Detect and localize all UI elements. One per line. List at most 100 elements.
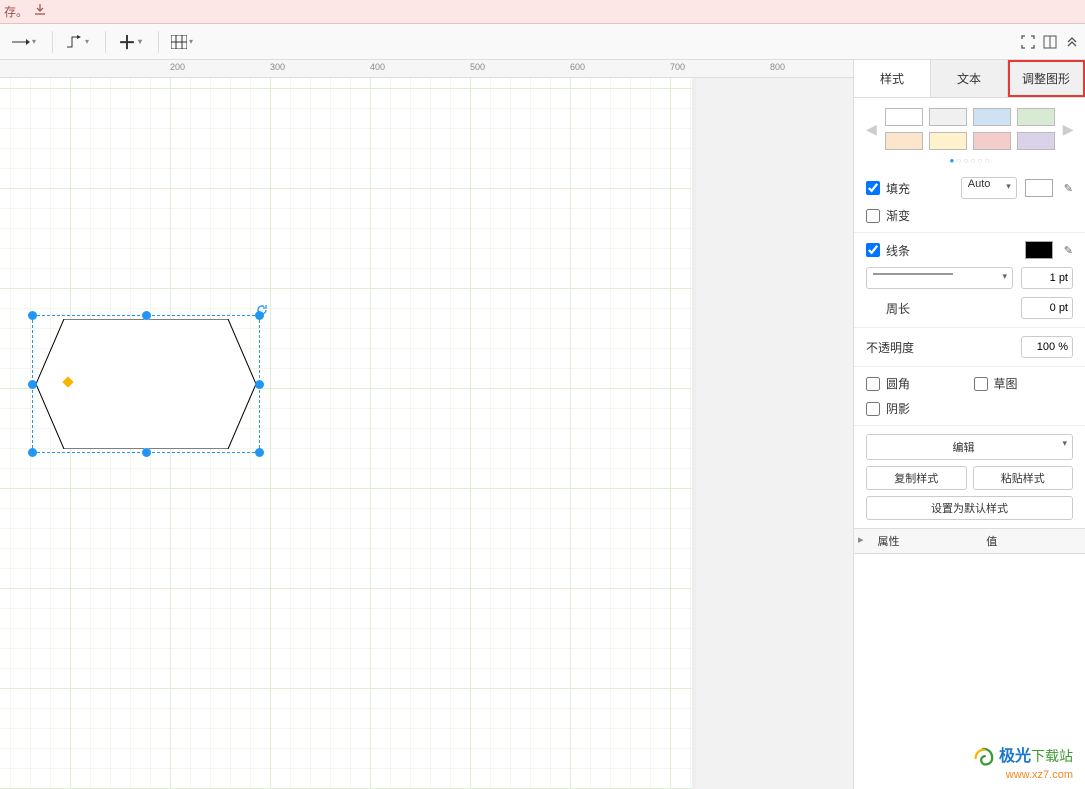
ruler-mark: 300 bbox=[270, 62, 285, 72]
logo-swirl-icon bbox=[972, 747, 994, 769]
line-checkbox-label[interactable]: 线条 bbox=[866, 242, 1017, 259]
swatch[interactable] bbox=[1017, 108, 1055, 126]
sketch-label: 草图 bbox=[994, 375, 1018, 392]
arrow-end-tool[interactable]: ▾ bbox=[6, 33, 42, 51]
line-style-select[interactable] bbox=[866, 267, 1013, 289]
collapse-icon[interactable] bbox=[1065, 35, 1079, 49]
col-value: 值 bbox=[976, 529, 1085, 553]
swatch[interactable] bbox=[885, 108, 923, 126]
line-edit-icon[interactable]: ✎ bbox=[1064, 244, 1073, 257]
ruler-mark: 600 bbox=[570, 62, 585, 72]
resize-handle-w[interactable] bbox=[28, 380, 37, 389]
fill-row: 填充 Auto ✎ bbox=[866, 177, 1073, 199]
selected-shape[interactable] bbox=[32, 315, 260, 453]
download-icon[interactable] bbox=[34, 4, 46, 19]
tab-arrange[interactable]: 调整图形 bbox=[1008, 60, 1085, 97]
line-color[interactable] bbox=[1025, 241, 1053, 259]
shadow-checkbox-label[interactable]: 阴影 bbox=[866, 400, 1073, 417]
split-view-icon[interactable] bbox=[1043, 35, 1057, 49]
shadow-row: 阴影 bbox=[866, 400, 1073, 417]
fill-label: 填充 bbox=[886, 180, 910, 197]
chevron-down-icon: ▾ bbox=[138, 37, 142, 46]
opacity-input[interactable] bbox=[1021, 336, 1073, 358]
swatch-page-dots: ● ○ ○ ○ ○ ○ bbox=[866, 156, 1073, 165]
swatch[interactable] bbox=[973, 132, 1011, 150]
swatch-prev-icon[interactable]: ◀ bbox=[866, 121, 877, 138]
resize-handle-nw[interactable] bbox=[28, 311, 37, 320]
chevron-down-icon: ▾ bbox=[189, 37, 193, 46]
watermark-logo: 极光下载站 www.xz7.com bbox=[972, 742, 1073, 781]
logo-text-1: 极光 bbox=[999, 748, 1031, 765]
separator bbox=[105, 31, 106, 53]
sketch-checkbox-label[interactable]: 草图 bbox=[974, 375, 1074, 392]
panel-tabs: 样式 文本 调整图形 bbox=[854, 60, 1085, 98]
gradient-label: 渐变 bbox=[886, 207, 910, 224]
fill-checkbox-label[interactable]: 填充 bbox=[866, 180, 953, 197]
resize-handle-sw[interactable] bbox=[28, 448, 37, 457]
toolbar: ▾ ▾ ＋▾ ▾ bbox=[0, 24, 1085, 60]
resize-handle-se[interactable] bbox=[255, 448, 264, 457]
logo-text-2: 下载站 bbox=[1031, 748, 1073, 764]
perimeter-row: 周长 bbox=[866, 297, 1073, 319]
line-width-input[interactable] bbox=[1021, 267, 1073, 289]
ruler-mark: 200 bbox=[170, 62, 185, 72]
swatch[interactable] bbox=[885, 132, 923, 150]
separator bbox=[158, 31, 159, 53]
chevron-down-icon: ▾ bbox=[85, 37, 89, 46]
connector-tool[interactable]: ▾ bbox=[59, 31, 95, 53]
save-bar: 存。 bbox=[0, 0, 1085, 24]
ruler-mark: 400 bbox=[370, 62, 385, 72]
perimeter-input[interactable] bbox=[1021, 297, 1073, 319]
table-tool[interactable]: ▾ bbox=[165, 31, 199, 53]
resize-handle-n[interactable] bbox=[142, 311, 151, 320]
paste-style-button[interactable]: 粘贴样式 bbox=[973, 466, 1074, 490]
rounded-checkbox-label[interactable]: 圆角 bbox=[866, 375, 966, 392]
rounded-sketch-row: 圆角 草图 bbox=[866, 375, 1073, 392]
edit-select[interactable]: 编辑 bbox=[866, 434, 1073, 460]
fill-mode-select[interactable]: Auto bbox=[961, 177, 1017, 199]
resize-handle-ne[interactable] bbox=[255, 311, 264, 320]
property-table-header: ▸ 属性 值 bbox=[854, 528, 1085, 554]
swatch[interactable] bbox=[929, 132, 967, 150]
save-hint: 存。 bbox=[4, 3, 28, 20]
col-attr: 属性 bbox=[868, 529, 977, 553]
gradient-checkbox-label[interactable]: 渐变 bbox=[866, 207, 1073, 224]
swatch-grid bbox=[885, 108, 1055, 150]
panel-body: ◀ ▶ ● ○ ○ ○ ○ ○ 填充 bbox=[854, 98, 1085, 789]
rounded-label: 圆角 bbox=[886, 375, 910, 392]
separator bbox=[52, 31, 53, 53]
swatch[interactable] bbox=[929, 108, 967, 126]
resize-handle-s[interactable] bbox=[142, 448, 151, 457]
chevron-down-icon: ▾ bbox=[32, 37, 36, 46]
swatch-next-icon[interactable]: ▶ bbox=[1063, 121, 1074, 138]
sketch-checkbox[interactable] bbox=[974, 377, 988, 391]
fill-color[interactable] bbox=[1025, 179, 1053, 197]
opacity-row: 不透明度 bbox=[866, 336, 1073, 358]
resize-handle-e[interactable] bbox=[255, 380, 264, 389]
shadow-checkbox[interactable] bbox=[866, 402, 880, 416]
swatch[interactable] bbox=[973, 108, 1011, 126]
swatch[interactable] bbox=[1017, 132, 1055, 150]
main: 200 300 400 500 600 700 800 bbox=[0, 60, 1085, 789]
gradient-checkbox[interactable] bbox=[866, 209, 880, 223]
line-label: 线条 bbox=[886, 242, 910, 259]
tab-text[interactable]: 文本 bbox=[931, 60, 1008, 97]
add-tool[interactable]: ＋▾ bbox=[112, 25, 148, 59]
fill-edit-icon[interactable]: ✎ bbox=[1064, 182, 1073, 195]
gradient-row: 渐变 bbox=[866, 207, 1073, 224]
expand-icon[interactable]: ▸ bbox=[854, 529, 868, 553]
ruler-mark: 800 bbox=[770, 62, 785, 72]
line-row: 线条 ✎ bbox=[866, 241, 1073, 259]
set-default-style-button[interactable]: 设置为默认样式 bbox=[866, 496, 1073, 520]
side-panel: 样式 文本 调整图形 ◀ ▶ ● ○ ○ ○ ○ ○ bbox=[853, 60, 1085, 789]
fill-checkbox[interactable] bbox=[866, 181, 880, 195]
copy-style-button[interactable]: 复制样式 bbox=[866, 466, 967, 490]
ruler-mark: 500 bbox=[470, 62, 485, 72]
line-checkbox[interactable] bbox=[866, 243, 880, 257]
fullscreen-icon[interactable] bbox=[1021, 35, 1035, 49]
rounded-checkbox[interactable] bbox=[866, 377, 880, 391]
perimeter-label: 周长 bbox=[866, 300, 1013, 317]
tab-style[interactable]: 样式 bbox=[854, 60, 931, 97]
opacity-label: 不透明度 bbox=[866, 339, 1013, 356]
canvas[interactable]: 200 300 400 500 600 700 800 bbox=[0, 60, 853, 789]
